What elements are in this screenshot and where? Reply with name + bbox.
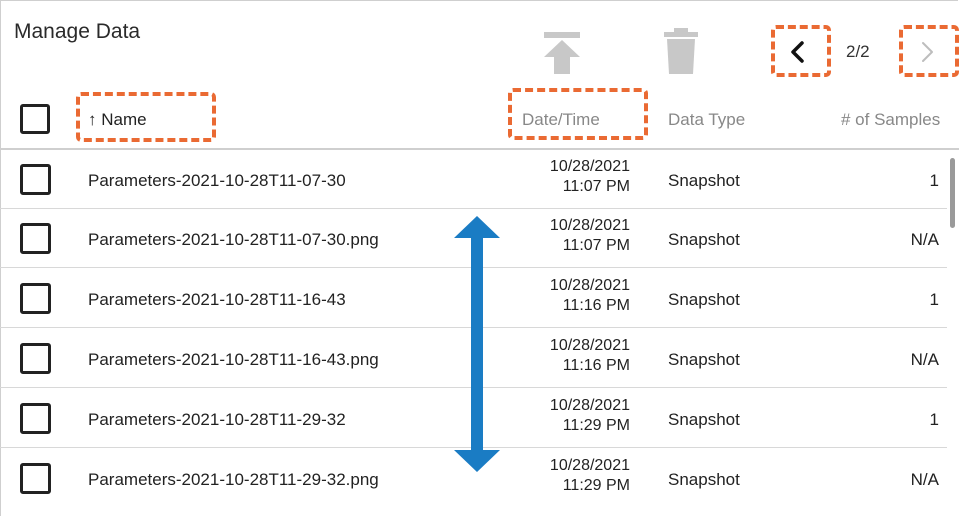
row-samples: N/A: [910, 230, 939, 249]
scrollbar-thumb[interactable]: [950, 158, 955, 228]
row-checkbox[interactable]: [20, 164, 51, 195]
row-date: 10/28/2021: [549, 457, 630, 474]
row-samples: 1: [929, 171, 939, 190]
row-time: 11:16 PM: [562, 357, 630, 374]
row-time: 11:29 PM: [562, 417, 630, 434]
scroll-arrow-icon: [454, 216, 500, 472]
row-type: Snapshot: [668, 230, 740, 249]
row-time: 11:29 PM: [562, 477, 630, 494]
column-header-samples[interactable]: # of Samples: [841, 110, 940, 130]
row-type: Snapshot: [668, 410, 740, 429]
highlight-datetime-header: [508, 88, 648, 140]
highlight-name-header: [76, 92, 216, 142]
select-all-checkbox[interactable]: [20, 104, 50, 134]
row-name: Parameters-2021-10-28T11-07-30: [88, 171, 346, 190]
row-datetime: 10/28/2021 11:07 PM: [510, 216, 630, 256]
table-row[interactable]: Parameters-2021-10-28T11-07-30 10/28/202…: [0, 151, 947, 209]
row-checkbox[interactable]: [20, 403, 51, 434]
row-date: 10/28/2021: [549, 337, 630, 354]
row-date: 10/28/2021: [549, 277, 630, 294]
row-samples: 1: [929, 410, 939, 429]
row-checkbox[interactable]: [20, 223, 51, 254]
page-title: Manage Data: [14, 20, 141, 43]
row-type: Snapshot: [668, 171, 740, 190]
row-checkbox[interactable]: [20, 463, 51, 494]
row-name: Parameters-2021-10-28T11-16-43.png: [88, 350, 379, 369]
row-name: Parameters-2021-10-28T11-29-32: [88, 410, 346, 429]
row-date: 10/28/2021: [549, 217, 630, 234]
row-type: Snapshot: [668, 470, 740, 489]
row-datetime: 10/28/2021 11:29 PM: [510, 396, 630, 436]
row-name: Parameters-2021-10-28T11-29-32.png: [88, 470, 379, 489]
row-checkbox[interactable]: [20, 343, 51, 374]
row-datetime: 10/28/2021 11:16 PM: [510, 336, 630, 376]
row-type: Snapshot: [668, 350, 740, 369]
row-divider: [0, 208, 947, 209]
row-date: 10/28/2021: [549, 158, 630, 175]
page-indicator: 2/2: [846, 42, 870, 61]
row-type: Snapshot: [668, 290, 740, 309]
row-time: 11:07 PM: [562, 178, 630, 195]
row-checkbox[interactable]: [20, 283, 51, 314]
row-time: 11:16 PM: [562, 297, 630, 314]
upload-icon[interactable]: [541, 32, 583, 74]
trash-icon[interactable]: [660, 28, 702, 74]
row-samples: N/A: [910, 350, 939, 369]
row-name: Parameters-2021-10-28T11-16-43: [88, 290, 346, 309]
header-divider: [0, 148, 959, 150]
row-datetime: 10/28/2021 11:07 PM: [510, 157, 630, 197]
row-samples: 1: [929, 290, 939, 309]
highlight-prev-button: [771, 25, 831, 77]
row-datetime: 10/28/2021 11:29 PM: [510, 456, 630, 496]
row-datetime: 10/28/2021 11:16 PM: [510, 276, 630, 316]
row-name: Parameters-2021-10-28T11-07-30.png: [88, 230, 379, 249]
highlight-next-button: [899, 25, 959, 77]
row-time: 11:07 PM: [562, 237, 630, 254]
column-header-type[interactable]: Data Type: [668, 110, 745, 130]
row-date: 10/28/2021: [549, 397, 630, 414]
row-samples: N/A: [910, 470, 939, 489]
